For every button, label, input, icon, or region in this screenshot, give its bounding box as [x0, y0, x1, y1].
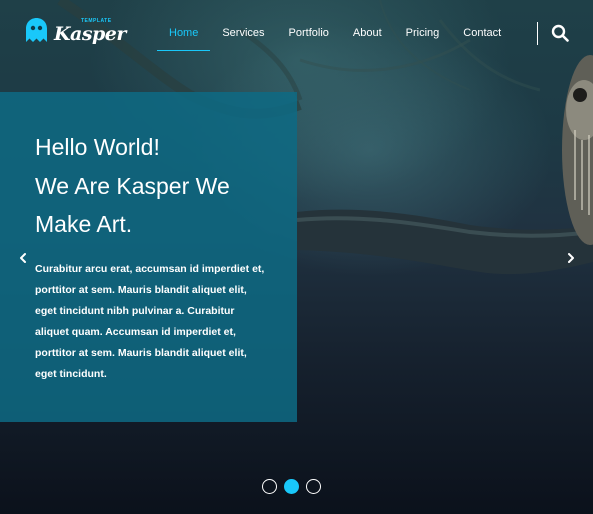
navbar: TEMPLATE Kasper Home Services Portfolio … [0, 0, 593, 66]
hero-description: Curabitur arcu erat, accumsan id imperdi… [35, 263, 265, 380]
slider-bullet-1[interactable] [262, 479, 277, 494]
logo-wordmark: Kasper [54, 23, 126, 45]
nav-item-portfolio[interactable]: Portfolio [277, 18, 341, 51]
nav-item-about[interactable]: About [341, 18, 394, 51]
chevron-right-icon[interactable] [564, 251, 578, 265]
nav-item-services[interactable]: Services [210, 18, 276, 51]
ghost-icon [26, 18, 47, 42]
nav-divider [537, 22, 538, 45]
chevron-left-icon[interactable] [16, 251, 30, 265]
nav-item-pricing[interactable]: Pricing [394, 18, 452, 51]
nav-item-contact[interactable]: Contact [451, 18, 513, 51]
hero-headline: Hello World! We Are Kasper We Make Art. [35, 128, 285, 244]
hero-headline-line-3: Make Art. [35, 211, 133, 237]
hero-headline-line-1: Hello World! [35, 134, 160, 160]
search-icon[interactable] [551, 24, 569, 42]
hero-headline-line-2: We Are Kasper We [35, 172, 230, 199]
slider-bullet-3[interactable] [306, 479, 321, 494]
hero-slider: TEMPLATE Kasper Home Services Portfolio … [0, 0, 593, 514]
slider-pagination [262, 479, 328, 494]
nav-item-home[interactable]: Home [157, 18, 211, 51]
logo[interactable]: TEMPLATE Kasper [26, 18, 126, 48]
main-nav: Home Services Portfolio About Pricing Co… [157, 18, 513, 51]
slider-bullet-2[interactable] [284, 479, 299, 494]
